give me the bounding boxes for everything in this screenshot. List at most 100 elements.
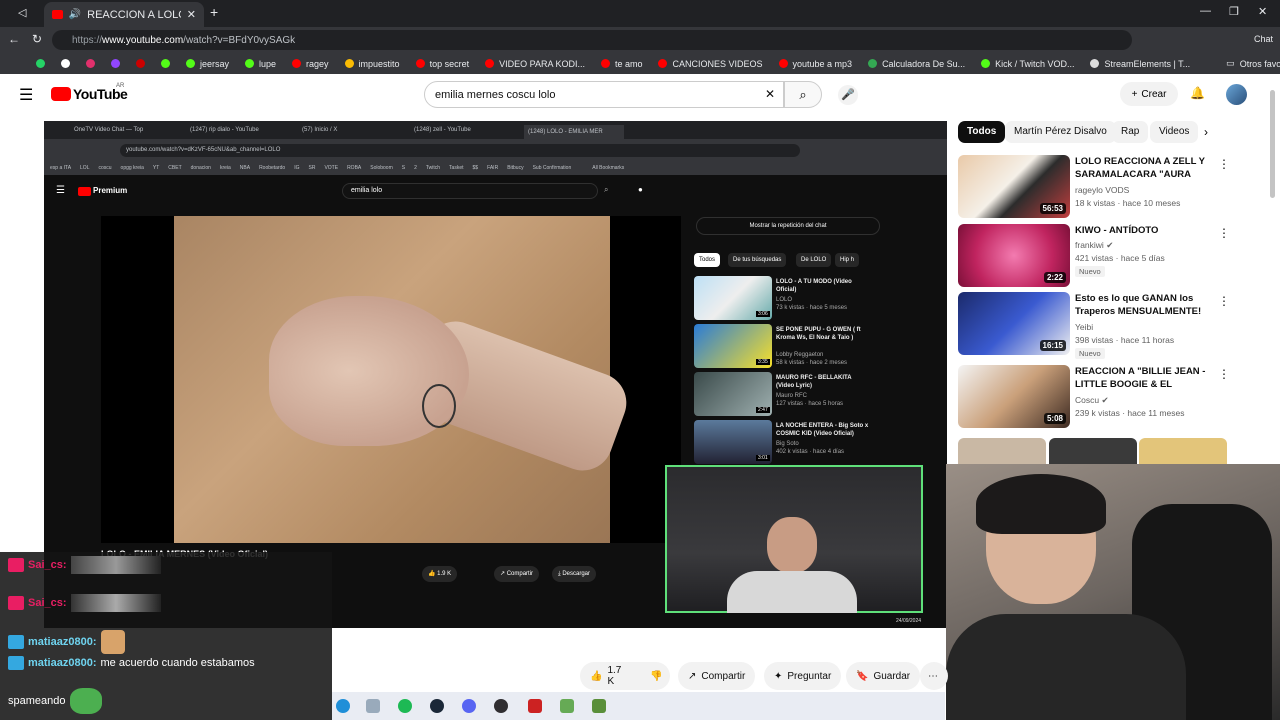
chip-martin[interactable]: Martín Pérez Disalvo (1005, 121, 1116, 143)
inner-bookmark[interactable]: ROBA (347, 165, 361, 171)
inner-bookmark[interactable]: NBA (240, 165, 250, 171)
inner-bookmark[interactable]: SR (308, 165, 315, 171)
bookmark-item[interactable]: youtube a mp3 (778, 59, 852, 69)
rec-item[interactable]: 5:08 REACCION A "BILLIE JEAN - LITTLE BO… (958, 365, 1230, 429)
rec-item[interactable]: 16:15 Esto es lo que GANAN los Traperos … (958, 292, 1230, 359)
maximize-icon[interactable]: ❐ (1229, 5, 1239, 18)
more-options-icon[interactable]: ⋮ (1218, 226, 1230, 240)
inner-youtube-logo-icon[interactable] (78, 187, 91, 196)
inner-rec-item[interactable]: 3:06 LOLO - A TU MODO (Video Oficial) LO… (694, 276, 894, 322)
inner-tab[interactable]: OneTV Video Chat — Top (74, 127, 143, 133)
minimize-icon[interactable]: — (1200, 5, 1211, 17)
inner-bookmark[interactable]: kreia (220, 165, 231, 171)
close-tab-icon[interactable]: ✕ (187, 8, 196, 21)
inner-bookmark[interactable]: Sub Confirmation (533, 165, 572, 171)
browser-tab-active[interactable]: 🔊 REACCION A LOLO - EMILIA M ✕ (44, 2, 204, 27)
inner-tab[interactable]: (57) Inicio / X (302, 127, 337, 133)
inner-search-icon[interactable]: ⌕ (604, 185, 608, 195)
search-input[interactable]: emilia mernes coscu lolo ✕ (424, 81, 784, 108)
inner-bookmark[interactable]: FAIR (487, 165, 498, 171)
bookmark-item[interactable]: ragey (292, 59, 329, 69)
dislike-button[interactable]: 👎 (640, 662, 670, 690)
inner-bookmark[interactable]: LOL (80, 165, 89, 171)
inner-bookmark[interactable]: All Bookmarks (592, 165, 624, 171)
save-button[interactable]: 🔖 Guardar (846, 662, 921, 690)
create-button[interactable]: + Crear (1120, 82, 1178, 106)
bookmark-item[interactable]: te amo (600, 59, 642, 69)
more-options-icon[interactable]: ⋮ (1218, 367, 1230, 381)
more-actions-button[interactable]: ⋯ (920, 662, 948, 690)
inner-tab-active[interactable]: (1248) LOLO - EMILIA MER (524, 125, 624, 139)
app-icon[interactable] (528, 699, 542, 713)
bookmark-item[interactable]: top secret (415, 59, 469, 69)
url-bar[interactable]: https://www.youtube.com/watch?v=BFdY0vyS… (52, 30, 1132, 50)
bookmark-item[interactable]: Kick / Twitch VOD... (981, 59, 1074, 69)
inner-chip[interactable]: Hip h (835, 253, 860, 267)
back-icon[interactable]: ← (8, 32, 20, 46)
close-window-icon[interactable]: ✕ (1258, 5, 1267, 18)
inner-rec-item[interactable]: 3:01 LA NOCHE ENTERA - Big Soto x COSMIC… (694, 420, 894, 466)
inner-bookmark[interactable]: $$ (473, 165, 479, 171)
menu-icon[interactable]: ☰ (19, 85, 33, 105)
minecraft-icon[interactable] (592, 699, 606, 713)
search-button[interactable]: ⌕ (784, 81, 822, 108)
inner-download-button[interactable]: ⤓ Descargar (552, 566, 597, 582)
ask-button[interactable]: ✦ Preguntar (764, 662, 842, 690)
inner-bookmark[interactable]: esp a ITA (50, 165, 71, 171)
clear-search-icon[interactable]: ✕ (765, 87, 775, 101)
bookmark-item[interactable] (86, 59, 95, 68)
youtube-logo-icon[interactable] (51, 87, 71, 101)
inner-bookmark[interactable]: YT (153, 165, 159, 171)
inner-bookmark[interactable]: opgg kreia (121, 165, 144, 171)
bookmark-item[interactable]: Calculadora De Su... (868, 59, 965, 69)
inner-chip[interactable]: De LOLO (796, 253, 832, 267)
inner-bookmark[interactable]: Roobetardo (259, 165, 285, 171)
shorts-thumbnail[interactable] (958, 438, 1046, 464)
bookmark-item[interactable]: jeersay (186, 59, 229, 69)
avatar[interactable] (1226, 84, 1247, 105)
back-history-icon[interactable]: ◁ (18, 6, 26, 19)
inner-chip[interactable]: Todos (694, 253, 721, 267)
bookmark-item[interactable] (36, 59, 45, 68)
bookmark-item[interactable]: impuestito (344, 59, 400, 69)
spotify-icon[interactable] (398, 699, 412, 713)
mic-icon[interactable]: 🎤 (838, 85, 858, 105)
bookmark-item[interactable]: VIDEO PARA KODI... (485, 59, 585, 69)
app-icon[interactable] (366, 699, 380, 713)
obs-icon[interactable] (494, 699, 508, 713)
rec-item[interactable]: 56:53 LOLO REACCIONA A ZELL Y SARAMALACA… (958, 155, 1230, 219)
inner-share-button[interactable]: ↗ Compartir (494, 566, 540, 582)
inner-url-bar[interactable]: youtube.com/watch?v=dKzVF-65cNU&ab_chann… (120, 144, 800, 157)
inner-bookmark[interactable]: donacion (191, 165, 211, 171)
chevron-right-icon[interactable]: › (1204, 125, 1208, 139)
inner-bookmark[interactable]: Twitch (426, 165, 440, 171)
shorts-thumbnail[interactable] (1049, 438, 1137, 464)
rec-item[interactable]: 2:22 KIWO - ANTÍDOTO frankiwi ✔ 421 vist… (958, 224, 1230, 288)
bookmark-item[interactable]: CANCIONES VIDEOS (658, 59, 763, 69)
inner-bookmark[interactable]: VOTE (324, 165, 338, 171)
other-favorites[interactable]: ▭Otros favoritos (1226, 58, 1280, 69)
bookmark-item[interactable] (111, 59, 120, 68)
more-options-icon[interactable]: ⋮ (1218, 157, 1230, 171)
inner-tab[interactable]: (1247) rip dialo - YouTube (190, 127, 259, 133)
video-player[interactable] (101, 216, 681, 543)
bookmark-item[interactable] (161, 59, 170, 68)
bookmark-item[interactable] (61, 59, 70, 68)
share-button[interactable]: ↗ Compartir (678, 662, 756, 690)
inner-premium-logo[interactable]: Premium (93, 186, 127, 195)
inner-rec-item[interactable]: 3:35 SE PONE PUPU - G OWEN ( ft Kroma Ws… (694, 324, 894, 370)
inner-bookmark[interactable]: S (402, 165, 405, 171)
bookmark-item[interactable] (136, 59, 145, 68)
inner-chip[interactable]: De tus búsquedas (728, 253, 787, 267)
inner-bookmark[interactable]: Tasket (449, 165, 463, 171)
inner-bookmark[interactable]: coscu (98, 165, 111, 171)
chip-videos[interactable]: Videos (1150, 121, 1199, 143)
inner-bookmark[interactable]: 2 (414, 165, 417, 171)
edge-icon[interactable] (336, 699, 350, 713)
new-tab-icon[interactable]: + (210, 4, 218, 20)
audio-icon[interactable]: 🔊 (69, 9, 81, 20)
steam-icon[interactable] (430, 699, 444, 713)
inner-menu-icon[interactable]: ☰ (56, 185, 65, 196)
inner-tab[interactable]: (1248) zell - YouTube (414, 127, 471, 133)
app-icon[interactable] (560, 699, 574, 713)
